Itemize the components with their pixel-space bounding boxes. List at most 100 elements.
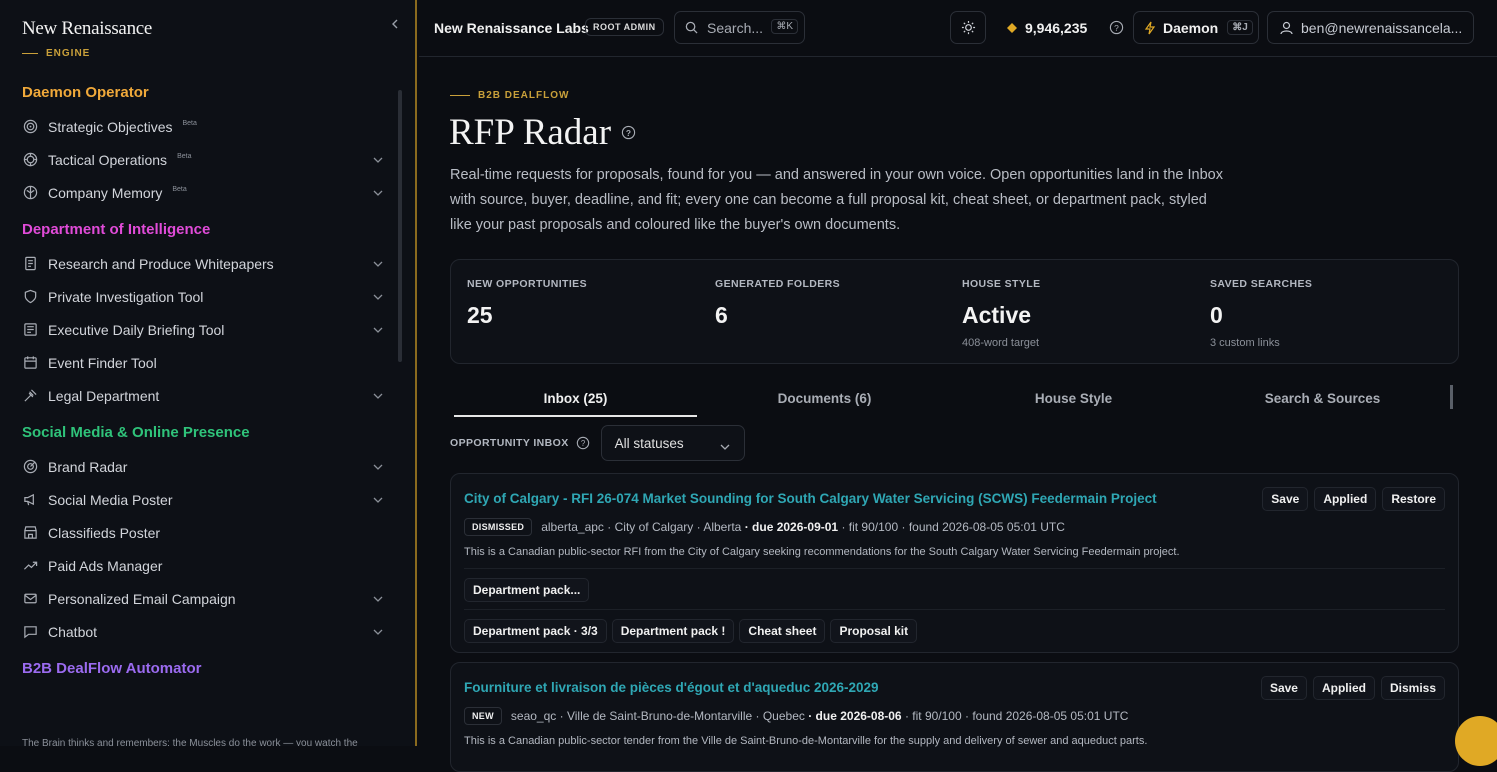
- status-badge: DISMISSED: [464, 518, 533, 536]
- user-icon: [1280, 21, 1293, 35]
- sidebar-item-paid-ads-manager[interactable]: Paid Ads Manager: [0, 549, 400, 582]
- daemon-button[interactable]: Daemon ⌘J: [1133, 11, 1259, 44]
- stats-panel: NEW OPPORTUNITIES 25 GENERATED FOLDERS 6…: [450, 259, 1459, 364]
- save-button[interactable]: Save: [1260, 676, 1307, 700]
- stat-label: SAVED SEARCHES: [1210, 278, 1313, 290]
- chevron-down-icon[interactable]: [372, 323, 384, 335]
- theme-toggle-button[interactable]: [950, 11, 986, 44]
- stat-value: 6: [715, 302, 728, 328]
- sidebar-item-strategic-objectives[interactable]: Strategic Objectives Beta: [0, 110, 400, 143]
- output-department-pack-error-button[interactable]: Department pack !: [611, 619, 735, 643]
- opportunity-title[interactable]: Fourniture et livraison de pièces d'égou…: [464, 680, 879, 695]
- restore-button[interactable]: Restore: [1382, 487, 1445, 511]
- chevron-down-icon[interactable]: [372, 389, 384, 401]
- user-email: ben@newrenaissancela...: [1301, 19, 1463, 36]
- assistant-fab-button[interactable]: [1455, 716, 1497, 766]
- applied-button[interactable]: Applied: [1314, 487, 1377, 511]
- sidebar-item-brand-radar[interactable]: Brand Radar: [0, 450, 400, 483]
- document-icon: [22, 256, 38, 272]
- chevron-down-icon[interactable]: [372, 592, 384, 604]
- status-filter-select[interactable]: All statuses: [600, 425, 745, 461]
- sidebar-section-title[interactable]: B2B DealFlow Automator: [0, 658, 400, 680]
- beta-badge: Beta: [172, 186, 187, 193]
- sidebar-item-legal-department[interactable]: Legal Department: [0, 379, 400, 412]
- sidebar-item-executive-daily-briefing-tool[interactable]: Executive Daily Briefing Tool: [0, 313, 400, 346]
- applied-button[interactable]: Applied: [1312, 676, 1375, 700]
- org-name[interactable]: New Renaissance Labs: [434, 20, 589, 36]
- sidebar-item-social-media-poster[interactable]: Social Media Poster: [0, 483, 400, 516]
- pending-generation-pill[interactable]: Department pack...: [464, 578, 590, 602]
- sidebar-item-personalized-email-campaign[interactable]: Personalized Email Campaign: [0, 582, 400, 615]
- chevron-down-icon[interactable]: [372, 186, 384, 198]
- region-label: · Alberta: [696, 520, 742, 534]
- dismiss-button[interactable]: Dismiss: [1380, 676, 1445, 700]
- mail-icon: [22, 591, 38, 607]
- chevron-down-icon[interactable]: [372, 625, 384, 637]
- sidebar-item-label: Event Finder Tool: [48, 354, 157, 371]
- chevron-down-icon: [720, 439, 730, 454]
- chevron-down-icon[interactable]: [372, 290, 384, 302]
- save-button[interactable]: Save: [1262, 487, 1309, 511]
- generated-outputs: Department pack · 3/3 Department pack ! …: [464, 619, 918, 643]
- trending-up-icon: [22, 558, 38, 574]
- opportunity-card: City of Calgary - RFI 26-074 Market Soun…: [450, 473, 1459, 653]
- chevron-down-icon[interactable]: [372, 257, 384, 269]
- sidebar-nav: Daemon Operator Strategic Objectives Beta T…: [0, 82, 400, 686]
- collapse-sidebar-icon[interactable]: [390, 16, 400, 32]
- chevron-down-icon[interactable]: [372, 493, 384, 505]
- sun-icon: [961, 20, 976, 35]
- tabs-scrollbar[interactable]: [1450, 385, 1453, 409]
- output-proposal-kit-button[interactable]: Proposal kit: [830, 619, 918, 643]
- user-menu-button[interactable]: ben@newrenaissancela...: [1267, 11, 1474, 44]
- sidebar-item-event-finder-tool[interactable]: Event Finder Tool: [0, 346, 400, 379]
- sidebar-item-tactical-operations[interactable]: Tactical Operations Beta: [0, 143, 400, 176]
- store-icon: [22, 525, 38, 541]
- output-cheat-sheet-button[interactable]: Cheat sheet: [739, 619, 826, 643]
- help-icon[interactable]: ?: [576, 436, 590, 450]
- credits-balance[interactable]: 9,946,235: [1007, 20, 1087, 36]
- brand-name: New Renaissance: [22, 18, 153, 39]
- radar-icon: [22, 459, 38, 475]
- page-title: RFP Radar ?: [449, 111, 636, 154]
- opportunity-meta: DISMISSED alberta_apc · City of Calgary …: [464, 518, 1065, 536]
- help-icon[interactable]: ?: [621, 125, 636, 140]
- tab-search-sources[interactable]: Search & Sources: [1201, 391, 1444, 406]
- crosshair-icon: [22, 152, 38, 168]
- help-icon[interactable]: ?: [1109, 20, 1124, 40]
- chevron-down-icon[interactable]: [372, 153, 384, 165]
- tab-house-style[interactable]: House Style: [952, 391, 1195, 406]
- topbar: New Renaissance Labs ROOT ADMIN Search..…: [419, 0, 1497, 57]
- sidebar-section-title[interactable]: Department of Intelligence: [0, 219, 400, 241]
- tab-inbox[interactable]: Inbox (25): [454, 391, 697, 406]
- opportunity-description: This is a Canadian public-sector RFI fro…: [464, 546, 1180, 558]
- brand[interactable]: New Renaissance ENGINE: [22, 18, 152, 59]
- chevron-down-icon[interactable]: [372, 460, 384, 472]
- search-shortcut: ⌘K: [771, 19, 798, 34]
- sidebar-item-label: Legal Department: [48, 387, 160, 404]
- stat-saved-searches: SAVED SEARCHES 0 3 custom links: [1210, 278, 1312, 349]
- tab-documents[interactable]: Documents (6): [703, 391, 946, 406]
- fit-score: · fit 90/100: [841, 520, 899, 534]
- sidebar-item-private-investigation-tool[interactable]: Private Investigation Tool: [0, 280, 400, 313]
- sidebar-section-title[interactable]: Social Media & Online Presence: [0, 422, 400, 444]
- sidebar-item-chatbot[interactable]: Chatbot: [0, 615, 400, 648]
- sidebar-item-company-memory[interactable]: Company Memory Beta: [0, 176, 400, 209]
- brand-sub: ENGINE: [22, 48, 152, 59]
- svg-text:?: ?: [626, 128, 631, 138]
- found-timestamp: · found 2026-08-05 05:01 UTC: [901, 520, 1065, 534]
- lightning-icon: [1144, 21, 1156, 35]
- shield-icon: [22, 289, 38, 305]
- megaphone-icon: [22, 492, 38, 508]
- beta-badge: Beta: [177, 153, 192, 160]
- fit-score: · fit 90/100: [904, 709, 962, 723]
- sidebar-item-classifieds-poster[interactable]: Classifieds Poster: [0, 516, 400, 549]
- opportunity-description: This is a Canadian public-sector tender …: [464, 735, 1148, 747]
- sidebar-item-label: Personalized Email Campaign: [48, 590, 236, 607]
- stat-value: 0: [1210, 302, 1223, 328]
- search-input[interactable]: Search... ⌘K: [674, 11, 805, 44]
- output-department-pack-button[interactable]: Department pack · 3/3: [464, 619, 607, 643]
- sidebar-item-research-and-produce-whitepapers[interactable]: Research and Produce Whitepapers: [0, 247, 400, 280]
- sidebar-section-title[interactable]: Daemon Operator: [0, 82, 400, 104]
- opportunity-title[interactable]: City of Calgary - RFI 26-074 Market Soun…: [464, 491, 1157, 506]
- found-timestamp: · found 2026-08-05 05:01 UTC: [965, 709, 1129, 723]
